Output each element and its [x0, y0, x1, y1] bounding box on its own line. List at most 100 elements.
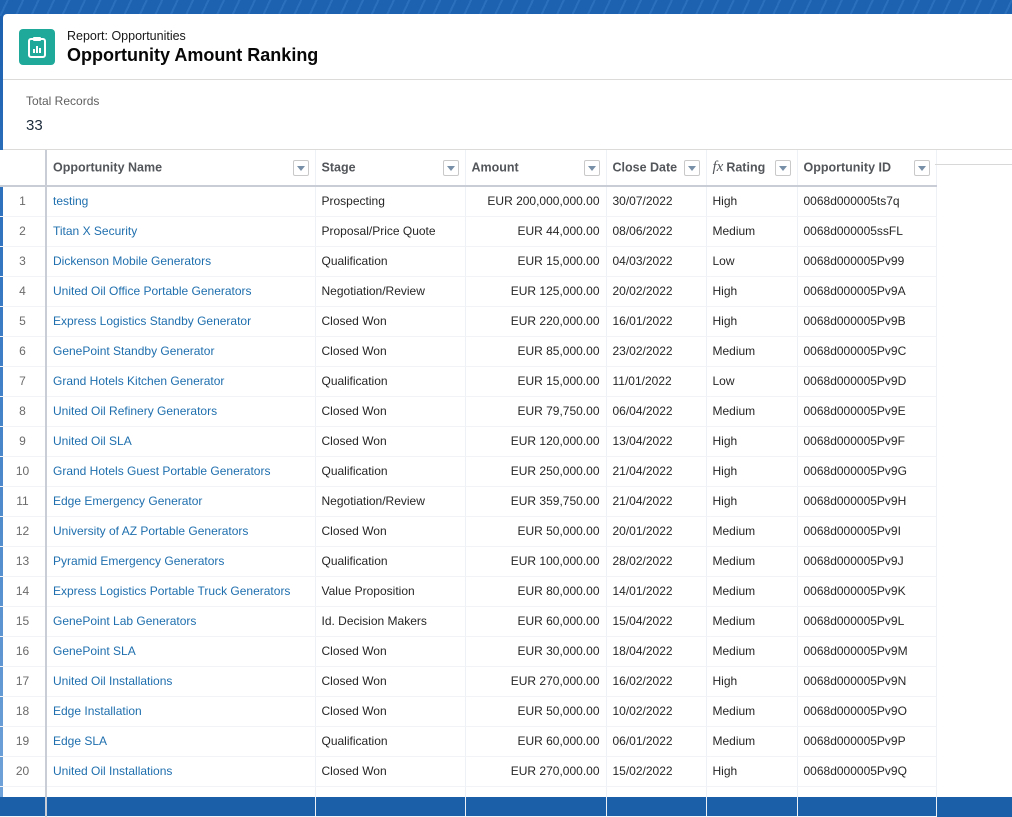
opportunity-id-cell: 0068d000005Pv9H — [797, 486, 937, 517]
opportunity-name-cell: Edge SLA — [46, 726, 316, 757]
row-number: 4 — [0, 276, 47, 307]
opportunity-id-cell: 0068d000005Pv9O — [797, 696, 937, 727]
row-number: 20 — [0, 756, 47, 787]
column-menu-button[interactable] — [442, 160, 459, 176]
opportunity-link[interactable]: testing — [53, 194, 88, 208]
stage-cell: Closed Won — [315, 396, 466, 427]
column-header-opportunity-id[interactable]: Opportunity ID — [797, 150, 937, 187]
rating-cell: High — [706, 666, 798, 697]
page-title: Opportunity Amount Ranking — [67, 44, 319, 65]
rating-cell: Medium — [706, 546, 798, 577]
close-date-cell: 11/01/2022 — [606, 366, 707, 397]
opportunity-link[interactable]: Grand Hotels Guest Portable Generators — [53, 464, 270, 478]
close-date-cell: 15/02/2022 — [606, 756, 707, 787]
rating-cell: Medium — [706, 576, 798, 607]
table-row: 17 United Oil Installations Closed Won EUR … — [0, 666, 937, 697]
opportunity-link[interactable]: United Oil Installations — [53, 764, 172, 778]
empty-cell — [606, 786, 707, 817]
column-label: Opportunity ID — [803, 160, 892, 175]
opportunity-link[interactable]: United Oil Refinery Generators — [53, 404, 217, 418]
opportunity-link[interactable]: Dickenson Mobile Generators — [53, 254, 211, 268]
opportunity-link[interactable]: Pyramid Emergency Generators — [53, 554, 224, 568]
column-header-rating[interactable]: fx Rating — [706, 150, 798, 187]
opportunity-name-cell: Pyramid Emergency Generators — [46, 546, 316, 577]
chevron-down-icon — [296, 165, 305, 171]
close-date-cell: 20/01/2022 — [606, 516, 707, 547]
chevron-down-icon — [587, 165, 596, 171]
close-date-cell: 06/01/2022 — [606, 726, 707, 757]
table-row: 4 United Oil Office Portable Generators Ne… — [0, 276, 937, 307]
rating-cell: Medium — [706, 216, 798, 247]
amount-cell: EUR 15,000.00 — [465, 366, 607, 397]
row-number: 10 — [0, 456, 47, 487]
opportunity-id-cell: 0068d000005Pv9J — [797, 546, 937, 577]
report-header: Report: Opportunities Opportunity Amount… — [3, 14, 1012, 80]
amount-cell: EUR 270,000.00 — [465, 666, 607, 697]
opportunity-link[interactable]: Edge Emergency Generator — [53, 494, 202, 508]
opportunity-id-cell: 0068d000005Pv9C — [797, 336, 937, 367]
table-row: 9 United Oil SLA Closed Won EUR 120,000.00 1… — [0, 426, 937, 457]
column-header-close-date[interactable]: Close Date — [606, 150, 707, 187]
row-number: 15 — [0, 606, 47, 637]
amount-cell: EUR 220,000.00 — [465, 306, 607, 337]
opportunity-link[interactable]: Edge SLA — [53, 734, 107, 748]
empty-cell — [706, 786, 798, 817]
formula-icon: fx — [712, 159, 724, 175]
opportunity-link[interactable]: United Oil SLA — [53, 434, 132, 448]
column-menu-button[interactable] — [583, 160, 600, 176]
report-type-label: Report: Opportunities — [67, 28, 186, 43]
stage-cell: Proposal/Price Quote — [315, 216, 466, 247]
opportunity-link[interactable]: Grand Hotels Kitchen Generator — [53, 374, 224, 388]
close-date-cell: 16/01/2022 — [606, 306, 707, 337]
opportunity-link[interactable]: University of AZ Portable Generators — [53, 524, 248, 538]
amount-cell: EUR 120,000.00 — [465, 426, 607, 457]
stage-cell: Closed Won — [315, 756, 466, 787]
opportunity-link[interactable]: Express Logistics Portable Truck Generat… — [53, 584, 290, 598]
opportunity-link[interactable]: GenePoint SLA — [53, 644, 136, 658]
opportunity-link[interactable]: GenePoint Lab Generators — [53, 614, 196, 628]
opportunity-link[interactable]: United Oil Installations — [53, 674, 172, 688]
row-number: 9 — [0, 426, 47, 457]
chevron-down-icon — [778, 165, 787, 171]
opportunity-link[interactable]: GenePoint Standby Generator — [53, 344, 214, 358]
opportunity-id-cell: 0068d000005ts7q — [797, 186, 937, 217]
column-header-amount[interactable]: Amount — [465, 150, 607, 187]
amount-cell: EUR 15,000.00 — [465, 246, 607, 277]
close-date-cell: 28/02/2022 — [606, 546, 707, 577]
close-date-cell: 14/01/2022 — [606, 576, 707, 607]
stage-cell: Closed Won — [315, 666, 466, 697]
amount-cell: EUR 44,000.00 — [465, 216, 607, 247]
column-label: Close Date — [612, 160, 678, 175]
table-row: 15 GenePoint Lab Generators Id. Decision M… — [0, 606, 937, 637]
table-row: 13 Pyramid Emergency Generators Qualificat… — [0, 546, 937, 577]
close-date-cell: 16/02/2022 — [606, 666, 707, 697]
opportunity-id-cell: 0068d000005Pv9L — [797, 606, 937, 637]
opportunity-id-cell: 0068d000005Pv9D — [797, 366, 937, 397]
opportunity-link[interactable]: Express Logistics Standby Generator — [53, 314, 251, 328]
rating-cell: High — [706, 276, 798, 307]
table-row: 18 Edge Installation Closed Won EUR 50,000.… — [0, 696, 937, 727]
opportunity-name-cell: United Oil Installations — [46, 756, 316, 787]
opportunity-link[interactable]: Edge Installation — [53, 704, 142, 718]
amount-cell: EUR 125,000.00 — [465, 276, 607, 307]
table-row-partial — [0, 786, 937, 817]
column-menu-button[interactable] — [913, 160, 930, 176]
column-menu-button[interactable] — [292, 160, 309, 176]
column-menu-button[interactable] — [774, 160, 791, 176]
column-label: Rating — [726, 160, 766, 175]
opportunity-link[interactable]: United Oil Office Portable Generators — [53, 284, 252, 298]
amount-cell: EUR 359,750.00 — [465, 486, 607, 517]
rating-cell: Medium — [706, 636, 798, 667]
column-menu-button[interactable] — [683, 160, 700, 176]
amount-cell: EUR 100,000.00 — [465, 546, 607, 577]
divider — [935, 164, 1012, 165]
close-date-cell: 21/04/2022 — [606, 486, 707, 517]
stage-cell: Value Proposition — [315, 576, 466, 607]
amount-cell: EUR 85,000.00 — [465, 336, 607, 367]
close-date-cell: 20/02/2022 — [606, 276, 707, 307]
opportunity-id-cell: 0068d000005Pv9Q — [797, 756, 937, 787]
stage-cell: Qualification — [315, 456, 466, 487]
column-header-opportunity-name[interactable]: Opportunity Name — [46, 150, 316, 187]
opportunity-link[interactable]: Titan X Security — [53, 224, 137, 238]
column-header-stage[interactable]: Stage — [315, 150, 466, 187]
